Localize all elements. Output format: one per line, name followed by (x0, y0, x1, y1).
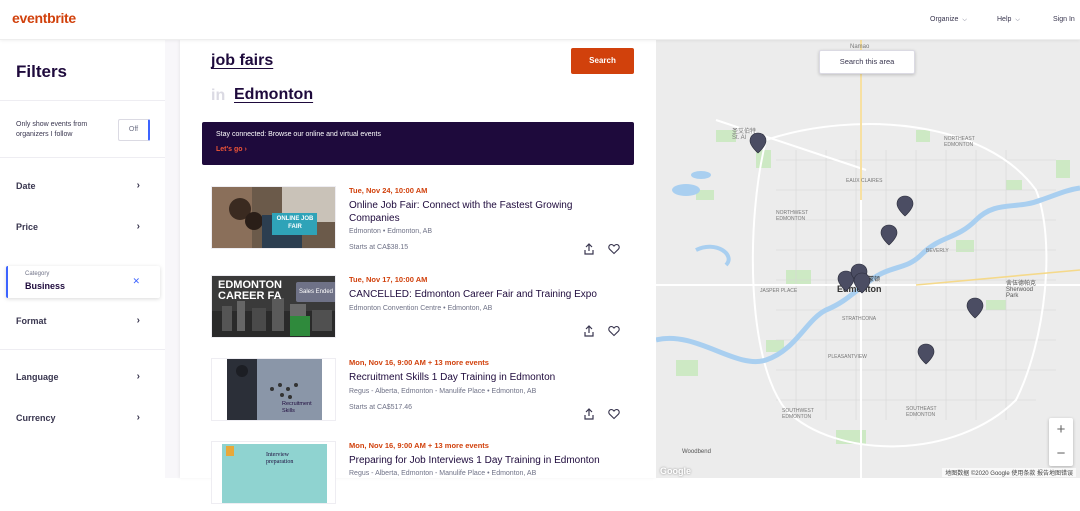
event-date: Tue, Nov 24, 10:00 AM (349, 186, 428, 195)
banner-text: Stay connected: Browse our online and vi… (216, 131, 381, 138)
event-venue: Regus - Alberta, Edmonton - Manulife Pla… (349, 470, 537, 477)
thumbnail-text: EDMONTON CAREER FA (218, 279, 282, 302)
filter-date-label: Date (16, 181, 36, 191)
heart-icon[interactable] (608, 243, 620, 255)
nav-sign-in[interactable]: Sign In (1053, 16, 1075, 23)
filter-language-label: Language (16, 372, 59, 382)
event-thumbnail[interactable]: EDMONTON CAREER FA Sales Ended (211, 275, 336, 338)
chevron-down-icon: ⌵ (1015, 17, 1020, 23)
filter-date[interactable]: Date › (16, 180, 140, 191)
map-pin (853, 272, 871, 294)
filter-price[interactable]: Price › (16, 221, 140, 232)
category-label: Category (25, 271, 50, 277)
location-input[interactable]: Edmonton (234, 86, 313, 104)
filter-language[interactable]: Language › (16, 371, 140, 382)
category-value: Business (25, 281, 66, 291)
divider (0, 100, 180, 101)
map-attribution[interactable]: 地图数据 ©2020 Google 使用条款 报告地图错误 (942, 468, 1076, 477)
chevron-right-icon: › (136, 221, 140, 232)
event-date: Mon, Nov 16, 9:00 AM + 13 more events (349, 441, 489, 450)
thumbnail-text: Recruitment Skills (282, 401, 312, 414)
follow-organizers-toggle[interactable]: Off (118, 119, 150, 141)
map-zoom-controls: + − (1049, 418, 1073, 466)
map-pin (749, 132, 767, 154)
event-card[interactable]: EDMONTON CAREER FA Sales Ended Tue, Nov … (211, 275, 635, 345)
map-pin (880, 224, 898, 246)
event-card[interactable]: Interview preparation Mon, Nov 16, 9:00 … (211, 441, 635, 511)
filter-format[interactable]: Format › (16, 315, 140, 326)
filter-currency-label: Currency (16, 413, 56, 423)
event-venue: Edmonton Convention Centre • Edmonton, A… (349, 305, 493, 312)
divider (0, 157, 180, 158)
event-title[interactable]: CANCELLED: Edmonton Career Fair and Trai… (349, 288, 619, 301)
thumbnail-text: ONLINE JOB FAIR (276, 216, 314, 230)
event-thumbnail[interactable]: Recruitment Skills (211, 358, 336, 421)
in-word: in (211, 87, 226, 104)
share-icon[interactable] (583, 243, 595, 255)
search-button[interactable]: Search (571, 48, 634, 74)
sales-ended-badge: Sales Ended (296, 282, 335, 302)
chevron-right-icon: › (136, 371, 140, 382)
event-date: Mon, Nov 16, 9:00 AM + 13 more events (349, 358, 489, 367)
banner-link[interactable]: Let's go › (216, 146, 247, 153)
share-icon[interactable] (583, 325, 595, 337)
chevron-right-icon: › (136, 180, 140, 191)
chevron-right-icon: › (136, 412, 140, 423)
follow-organizers-text: Only show events from organizers I follo… (16, 121, 88, 138)
map-pins (749, 132, 984, 365)
close-icon[interactable]: ✕ (132, 276, 140, 287)
search-this-area-button[interactable]: Search this area (819, 50, 915, 74)
map-pin (896, 195, 914, 217)
zoom-out-button[interactable]: − (1049, 442, 1073, 466)
event-venue: Regus - Alberta, Edmonton - Manulife Pla… (349, 388, 537, 395)
sidebar-gutter (165, 40, 180, 478)
nav-organize-label: Organize (930, 16, 959, 23)
nav-organize[interactable]: Organize ⌵ (930, 16, 967, 24)
event-title[interactable]: Recruitment Skills 1 Day Training in Edm… (349, 371, 619, 384)
zoom-in-button[interactable]: + (1049, 418, 1073, 442)
filter-currency[interactable]: Currency › (16, 412, 140, 423)
eventbrite-logo[interactable]: eventbrite (12, 10, 76, 26)
event-title[interactable]: Online Job Fair: Connect with the Fastes… (349, 199, 599, 225)
event-venue: Edmonton • Edmonton, AB (349, 228, 433, 235)
heart-icon[interactable] (608, 408, 620, 420)
online-events-banner: Stay connected: Browse our online and vi… (202, 122, 634, 165)
map-pin (917, 343, 935, 365)
filters-title: Filters (16, 62, 68, 81)
event-date: Tue, Nov 17, 10:00 AM (349, 275, 428, 284)
thumbnail-text: Interview preparation (266, 452, 294, 465)
event-card[interactable]: ONLINE JOB FAIR Tue, Nov 24, 10:00 AM On… (211, 186, 635, 256)
share-icon[interactable] (583, 408, 595, 420)
filter-price-label: Price (16, 222, 39, 232)
event-card[interactable]: Recruitment Skills Mon, Nov 16, 9:00 AM … (211, 358, 635, 428)
events-map[interactable]: Namao 圣艾伯特 St. Al NORTHEAST EDMONTON EAU… (656, 40, 1080, 478)
chevron-down-icon: ⌵ (962, 17, 967, 23)
divider (0, 349, 180, 350)
search-query-input[interactable]: job fairs (211, 52, 273, 70)
filter-format-label: Format (16, 316, 47, 326)
event-price: Starts at CA$517.46 (349, 404, 413, 411)
nav-help[interactable]: Help ⌵ (997, 16, 1020, 24)
event-thumbnail[interactable]: ONLINE JOB FAIR (211, 186, 336, 249)
search-results-panel: job fairs in Edmonton Search Stay connec… (180, 40, 656, 504)
event-thumbnail[interactable]: Interview preparation (211, 441, 336, 504)
heart-icon[interactable] (608, 325, 620, 337)
chevron-right-icon: › (136, 315, 140, 326)
map-pin (966, 297, 984, 319)
top-navigation-bar: eventbrite Organize ⌵ Help ⌵ Sign In (0, 0, 1080, 40)
category-filter-chip[interactable]: Category Business ✕ (6, 266, 160, 298)
google-logo: Google (660, 466, 691, 476)
nav-help-label: Help (997, 16, 1012, 23)
banner-link-label: Let's go (216, 146, 243, 153)
event-title[interactable]: Preparing for Job Interviews 1 Day Train… (349, 454, 629, 467)
event-price: Starts at CA$38.15 (349, 244, 409, 251)
filters-sidebar: Filters Only show events from organizers… (0, 40, 180, 478)
